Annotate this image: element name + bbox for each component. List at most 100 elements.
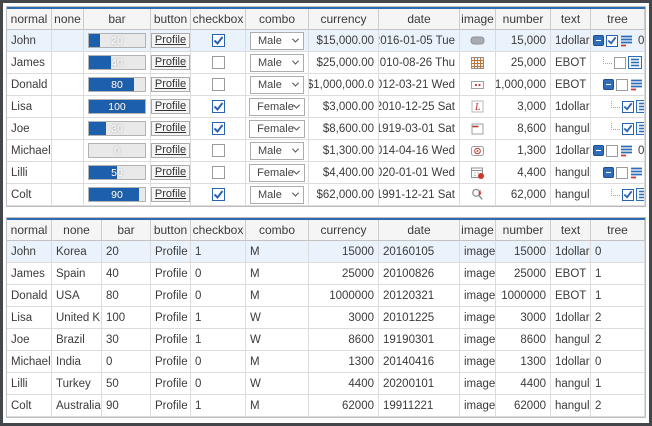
column-header-number[interactable]: number (496, 220, 551, 241)
tree-node-checkbox[interactable] (622, 123, 634, 135)
table-row[interactable]: Joe30ProfileFemale$8,600.001919-03-01 Sa… (7, 118, 645, 140)
row-checkbox[interactable] (212, 188, 225, 201)
gender-combobox[interactable]: Female (249, 98, 305, 116)
column-header-image[interactable]: image (460, 220, 496, 241)
cell-value-button: Profile (155, 356, 188, 368)
cell-none: Spain (52, 263, 102, 285)
profile-button[interactable]: Profile (151, 165, 190, 180)
gender-combobox[interactable]: Male (250, 142, 304, 160)
column-header-currency[interactable]: currency (309, 220, 379, 241)
table-row[interactable]: John20ProfileMale$15,000.002016-01-05 Tu… (7, 30, 645, 52)
gender-combobox[interactable]: Male (250, 76, 304, 94)
cell-number: 1,000,000 (496, 74, 551, 96)
column-header-button[interactable]: button (151, 9, 191, 30)
table-row[interactable]: JoeBrazil30Profile1W860019190301imagerc8… (7, 329, 645, 351)
row-checkbox[interactable] (212, 78, 225, 91)
tree-node-checkbox[interactable] (616, 167, 628, 179)
tree-node-checkbox[interactable] (606, 35, 618, 47)
row-checkbox[interactable] (212, 166, 225, 179)
tree-collapse-icon[interactable] (593, 145, 604, 156)
column-header-tree[interactable]: tree (591, 9, 645, 30)
column-header-number[interactable]: number (496, 9, 551, 30)
column-header-checkbox[interactable]: checkbox (191, 9, 246, 30)
table-row[interactable]: Lisa100ProfileFemale$3,000.002010-12-25 … (7, 96, 645, 118)
cell-value-tree: 2 (595, 334, 601, 346)
tree-node-label: 0 (638, 35, 644, 47)
cell-value-date: 19911221 (383, 400, 433, 412)
column-header-image[interactable]: image (460, 9, 496, 30)
cell-date: 2012-03-21 Wed (379, 74, 460, 96)
tree-node-checkbox[interactable] (614, 57, 626, 69)
row-name-label: Donald (11, 79, 47, 91)
svg-text:L: L (474, 102, 481, 113)
profile-button[interactable]: Profile (151, 121, 190, 136)
table-row[interactable]: LilliTurkey50Profile0W440020200101imager… (7, 373, 645, 395)
cell-image (460, 52, 496, 74)
column-header-currency[interactable]: currency (309, 9, 379, 30)
table-row[interactable]: Michael0ProfileMale$1,300.002014-04-16 W… (7, 140, 645, 162)
row-checkbox[interactable] (212, 34, 225, 47)
progress-bar-value: 40 (89, 56, 145, 70)
tree-collapse-icon[interactable] (603, 79, 614, 90)
tree-node-checkbox[interactable] (622, 189, 634, 201)
header-row: normalnonebarbuttoncheckboxcombocurrency… (7, 9, 645, 30)
profile-button[interactable]: Profile (151, 143, 190, 158)
tree-node-checkbox[interactable] (616, 79, 628, 91)
cell-value-normal: Joe (11, 334, 30, 346)
cell-date: 20160105 (379, 241, 460, 263)
tree-node-checkbox[interactable] (622, 101, 634, 113)
combo-selected-value: Female (257, 167, 294, 179)
table-row[interactable]: Colt90ProfileMale$62,000.001991-12-21 Sa… (7, 184, 645, 206)
column-header-none[interactable]: none (52, 9, 84, 30)
row-checkbox[interactable] (212, 144, 225, 157)
column-header-date[interactable]: date (379, 9, 460, 30)
column-header-normal[interactable]: normal (7, 9, 52, 30)
cell-button: Profile (151, 395, 191, 417)
column-header-checkbox[interactable]: checkbox (191, 220, 246, 241)
gender-combobox[interactable]: Male (250, 54, 304, 72)
table-row[interactable]: Lilli50ProfileFemale$4,400.002020-01-01 … (7, 162, 645, 184)
column-header-date[interactable]: date (379, 220, 460, 241)
profile-button[interactable]: Profile (151, 187, 190, 202)
cell-none (52, 162, 84, 184)
table-row[interactable]: DonaldUSA80Profile0M100000020120321image… (7, 285, 645, 307)
cell-currency: 25000 (309, 263, 379, 285)
tree-collapse-icon[interactable] (603, 167, 614, 178)
cell-value-normal: Lisa (11, 312, 32, 324)
profile-button[interactable]: Profile (151, 55, 190, 70)
table-row[interactable]: James40ProfileMale$25,000.002010-08-26 T… (7, 52, 645, 74)
table-row[interactable]: Donald80ProfileMale$1,000,000.02012-03-2… (7, 74, 645, 96)
table-row[interactable]: LisaUnited K100Profile1W300020101225imag… (7, 307, 645, 329)
gender-combobox[interactable]: Male (250, 32, 304, 50)
profile-button[interactable]: Profile (151, 77, 190, 92)
row-checkbox[interactable] (212, 100, 225, 113)
table-row[interactable]: ColtAustralia90Profile1M6200019911221ima… (7, 395, 645, 417)
gender-combobox[interactable]: Male (250, 186, 304, 204)
table-row[interactable]: JohnKorea20Profile1M1500020160105imagerc… (7, 241, 645, 263)
cell-tree: 2 (591, 395, 645, 417)
cell-value-date: 20160105 (383, 246, 434, 258)
progress-bar-value: 0 (89, 144, 145, 158)
gender-combobox[interactable]: Female (249, 120, 305, 138)
cell-tree: 1 (591, 373, 645, 395)
column-header-bar[interactable]: bar (102, 220, 151, 241)
row-checkbox[interactable] (212, 56, 225, 69)
column-header-tree[interactable]: tree (591, 220, 645, 241)
gender-combobox[interactable]: Female (249, 164, 305, 182)
row-checkbox[interactable] (212, 122, 225, 135)
column-header-bar[interactable]: bar (84, 9, 151, 30)
column-header-text[interactable]: text (551, 9, 591, 30)
profile-button[interactable]: Profile (151, 33, 190, 48)
column-header-text[interactable]: text (551, 220, 591, 241)
cell-date: 19911221 (379, 395, 460, 417)
column-header-button[interactable]: button (151, 220, 191, 241)
table-row[interactable]: JamesSpain40Profile0M2500020100826imager… (7, 263, 645, 285)
column-header-combo[interactable]: combo (246, 9, 309, 30)
profile-button[interactable]: Profile (151, 99, 190, 114)
tree-collapse-icon[interactable] (593, 35, 604, 46)
column-header-combo[interactable]: combo (246, 220, 309, 241)
tree-node-checkbox[interactable] (606, 145, 618, 157)
column-header-none[interactable]: none (52, 220, 102, 241)
table-row[interactable]: MichaelIndia0Profile0M130020140416imager… (7, 351, 645, 373)
column-header-normal[interactable]: normal (7, 220, 52, 241)
